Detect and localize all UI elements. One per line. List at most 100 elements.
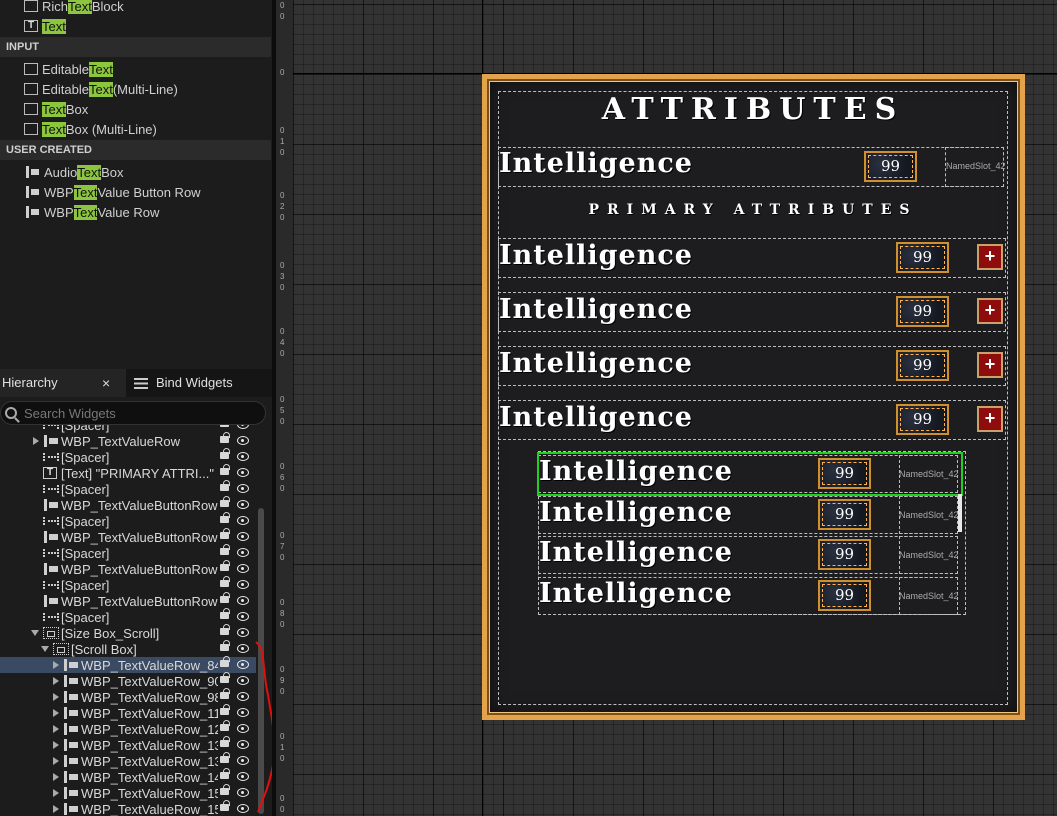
visibility-eye-icon[interactable] — [237, 580, 249, 589]
plus-button[interactable]: + — [977, 406, 1003, 432]
unlock-icon[interactable] — [220, 528, 230, 539]
unlock-icon[interactable] — [220, 576, 230, 587]
visibility-eye-icon[interactable] — [237, 756, 249, 765]
expand-arrow-icon[interactable] — [53, 773, 59, 781]
unlock-icon[interactable] — [220, 736, 230, 747]
visibility-eye-icon[interactable] — [237, 596, 249, 605]
unlock-icon[interactable] — [220, 425, 229, 427]
tree-row[interactable]: WBP_TextValueRow_90 — [0, 672, 256, 689]
visibility-eye-icon[interactable] — [237, 468, 249, 477]
tree-row[interactable]: [Spacer] — [0, 425, 256, 433]
visibility-eye-icon[interactable] — [237, 628, 249, 637]
visibility-eye-icon[interactable] — [237, 788, 249, 797]
tree-row[interactable]: WBP_TextValueRow_12 — [0, 720, 256, 737]
unlock-icon[interactable] — [220, 560, 230, 571]
visibility-eye-icon[interactable] — [237, 425, 249, 429]
unlock-icon[interactable] — [220, 800, 230, 811]
expand-arrow-icon[interactable] — [53, 709, 59, 717]
expand-arrow-icon[interactable] — [53, 741, 59, 749]
visibility-eye-icon[interactable] — [237, 500, 249, 509]
palette-item[interactable]: Text Box (Multi-Line) — [24, 119, 157, 139]
unlock-icon[interactable] — [220, 432, 230, 443]
unlock-icon[interactable] — [220, 496, 230, 507]
tree-row[interactable]: WBP_TextValueButtonRow — [0, 528, 256, 545]
tree-row[interactable]: [Scroll Box] — [0, 640, 256, 657]
visibility-eye-icon[interactable] — [237, 484, 249, 493]
visibility-eye-icon[interactable] — [237, 676, 249, 685]
expand-arrow-icon[interactable] — [53, 725, 59, 733]
expand-arrow-icon[interactable] — [53, 677, 59, 685]
tab-hierarchy[interactable]: Hierarchy × — [0, 369, 126, 397]
search-input[interactable] — [22, 404, 252, 422]
palette-item[interactable]: Text Box — [24, 99, 88, 119]
unlock-icon[interactable] — [220, 768, 230, 779]
visibility-eye-icon[interactable] — [237, 532, 249, 541]
tree-row[interactable]: [Spacer] — [0, 448, 256, 465]
unlock-icon[interactable] — [220, 592, 230, 603]
search-box[interactable] — [0, 401, 266, 425]
palette-item[interactable]: Rich Text Block — [24, 0, 124, 16]
tree-row[interactable]: WBP_TextValueRow_84 — [0, 656, 256, 673]
expand-arrow-icon[interactable] — [53, 789, 59, 797]
tree-row[interactable]: WBP_TextValueRow — [0, 432, 256, 449]
tree-row[interactable]: WBP_TextValueRow_14 — [0, 768, 256, 785]
visibility-eye-icon[interactable] — [237, 452, 249, 461]
visibility-eye-icon[interactable] — [237, 708, 249, 717]
visibility-eye-icon[interactable] — [237, 564, 249, 573]
visibility-eye-icon[interactable] — [237, 436, 249, 445]
category-input-header[interactable]: INPUT — [0, 37, 271, 57]
tree-row[interactable]: [Spacer] — [0, 512, 256, 529]
tree-row[interactable]: WBP_TextValueRow_98 — [0, 688, 256, 705]
plus-button[interactable]: + — [977, 244, 1003, 270]
visibility-eye-icon[interactable] — [237, 660, 249, 669]
unlock-icon[interactable] — [220, 544, 230, 555]
unlock-icon[interactable] — [220, 672, 230, 683]
tree-row[interactable]: T [Text] "PRIMARY ATTRI..." — [0, 464, 256, 481]
tree-row[interactable]: WBP_TextValueRow_13 — [0, 752, 256, 769]
unlock-icon[interactable] — [220, 480, 230, 491]
tree-row[interactable]: WBP_TextValueRow_15 — [0, 800, 256, 816]
visibility-eye-icon[interactable] — [237, 772, 249, 781]
category-user-created-header[interactable]: USER CREATED — [0, 140, 271, 160]
visibility-eye-icon[interactable] — [237, 740, 249, 749]
tree-row[interactable]: [Spacer] — [0, 544, 256, 561]
unlock-icon[interactable] — [220, 704, 230, 715]
plus-button[interactable]: + — [977, 298, 1003, 324]
palette-item[interactable]: WBP Text Value Button Row — [24, 182, 201, 202]
tree-row[interactable]: [Size Box_Scroll] — [0, 624, 256, 641]
unlock-icon[interactable] — [220, 688, 230, 699]
palette-item[interactable]: Editable Text — [24, 59, 113, 79]
unlock-icon[interactable] — [220, 512, 230, 523]
expand-arrow-icon[interactable] — [33, 437, 39, 445]
visibility-eye-icon[interactable] — [237, 516, 249, 525]
selected-widget-outline[interactable] — [537, 452, 963, 496]
tree-row[interactable]: WBP_TextValueRow_13 — [0, 736, 256, 753]
unlock-icon[interactable] — [220, 784, 230, 795]
unlock-icon[interactable] — [220, 656, 230, 667]
collapse-arrow-icon[interactable] — [31, 630, 39, 636]
tree-row[interactable]: [Spacer] — [0, 608, 256, 625]
unlock-icon[interactable] — [220, 640, 230, 651]
unlock-icon[interactable] — [220, 720, 230, 731]
scroll-box-scrollbar[interactable] — [958, 494, 962, 532]
palette-item[interactable]: Editable Text (Multi-Line) — [24, 79, 178, 99]
tree-row[interactable]: WBP_TextValueButtonRow — [0, 592, 256, 609]
unlock-icon[interactable] — [220, 752, 230, 763]
palette-item[interactable]: Audio Text Box — [24, 162, 124, 182]
collapse-arrow-icon[interactable] — [41, 646, 49, 652]
tree-row[interactable]: [Spacer] — [0, 576, 256, 593]
unlock-icon[interactable] — [220, 608, 230, 619]
visibility-eye-icon[interactable] — [237, 644, 249, 653]
unlock-icon[interactable] — [220, 624, 230, 635]
tab-bind-widgets[interactable]: Bind Widgets — [130, 369, 270, 397]
visibility-eye-icon[interactable] — [237, 804, 249, 813]
expand-arrow-icon[interactable] — [53, 693, 59, 701]
tree-row[interactable]: WBP_TextValueButtonRow — [0, 560, 256, 577]
palette-item[interactable]: WBP Text Value Row — [24, 202, 159, 222]
tree-row[interactable]: WBP_TextValueButtonRow — [0, 496, 256, 513]
close-icon[interactable]: × — [102, 369, 110, 397]
visibility-eye-icon[interactable] — [237, 724, 249, 733]
plus-button[interactable]: + — [977, 352, 1003, 378]
palette-item[interactable]: T Text — [24, 16, 66, 36]
expand-arrow-icon[interactable] — [53, 805, 59, 813]
